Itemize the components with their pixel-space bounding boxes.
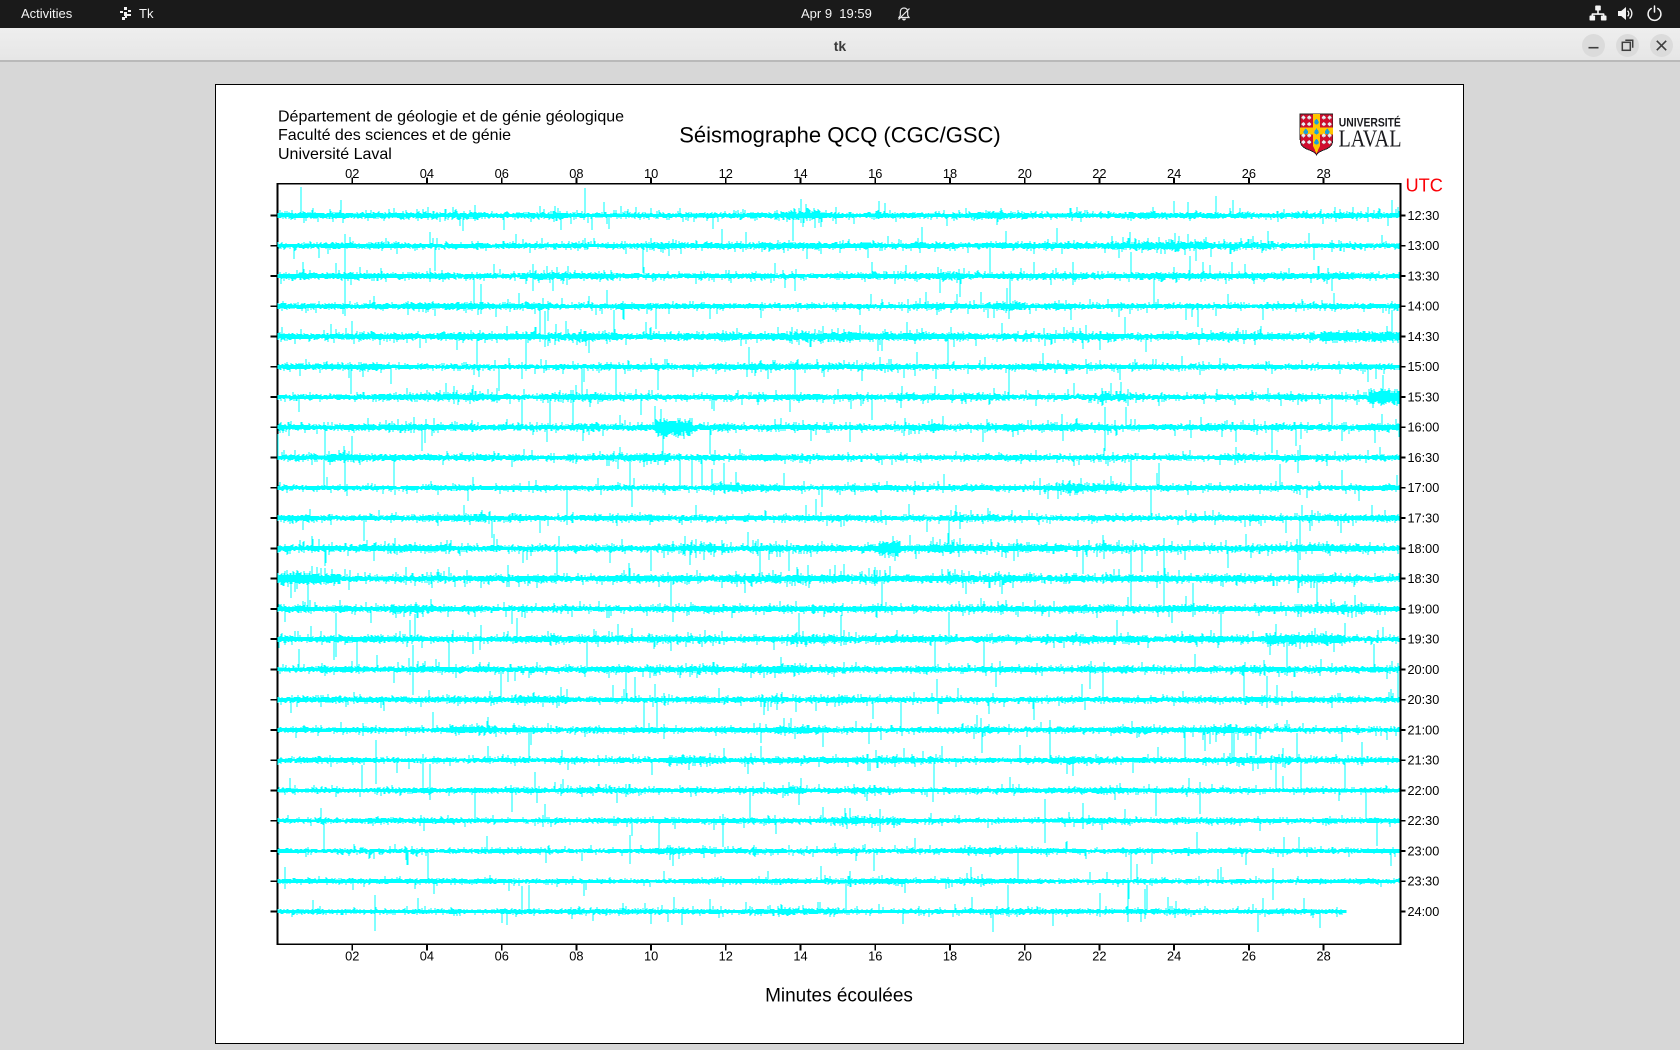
svg-text:24: 24 bbox=[1167, 948, 1181, 963]
svg-text:16: 16 bbox=[868, 948, 882, 963]
svg-text:02: 02 bbox=[345, 948, 359, 963]
svg-text:22:30: 22:30 bbox=[1408, 814, 1440, 828]
svg-text:14:00: 14:00 bbox=[1408, 300, 1440, 314]
svg-text:28: 28 bbox=[1316, 948, 1330, 963]
svg-text:Faculté des sciences et de gén: Faculté des sciences et de génie bbox=[278, 127, 511, 144]
svg-text:16: 16 bbox=[868, 166, 882, 181]
svg-text:18: 18 bbox=[943, 166, 957, 181]
svg-text:10: 10 bbox=[644, 166, 658, 181]
svg-text:Département de géologie et de: Département de géologie et de génie géol… bbox=[278, 108, 624, 125]
svg-text:21:00: 21:00 bbox=[1408, 723, 1440, 737]
svg-text:Université Laval: Université Laval bbox=[278, 146, 392, 163]
svg-text:20:00: 20:00 bbox=[1408, 663, 1440, 677]
svg-text:17:30: 17:30 bbox=[1408, 512, 1440, 526]
svg-text:20: 20 bbox=[1018, 166, 1032, 181]
svg-text:14:30: 14:30 bbox=[1408, 330, 1440, 344]
svg-text:19:00: 19:00 bbox=[1408, 602, 1440, 616]
svg-text:14: 14 bbox=[793, 166, 807, 181]
svg-text:21:30: 21:30 bbox=[1408, 754, 1440, 768]
svg-text:08: 08 bbox=[569, 166, 583, 181]
svg-text:24:00: 24:00 bbox=[1408, 905, 1440, 919]
svg-text:13:30: 13:30 bbox=[1408, 269, 1440, 283]
svg-text:08: 08 bbox=[569, 948, 583, 963]
svg-text:23:00: 23:00 bbox=[1408, 844, 1440, 858]
svg-text:04: 04 bbox=[420, 948, 434, 963]
svg-text:24: 24 bbox=[1167, 166, 1181, 181]
svg-text:16:00: 16:00 bbox=[1408, 421, 1440, 435]
svg-text:18: 18 bbox=[943, 948, 957, 963]
svg-text:Séismographe QCQ (CGC/GSC): Séismographe QCQ (CGC/GSC) bbox=[679, 123, 1001, 148]
svg-text:14: 14 bbox=[793, 948, 807, 963]
svg-text:23:30: 23:30 bbox=[1408, 875, 1440, 889]
svg-text:12: 12 bbox=[719, 948, 733, 963]
svg-text:20: 20 bbox=[1018, 948, 1032, 963]
svg-text:26: 26 bbox=[1242, 166, 1256, 181]
svg-text:04: 04 bbox=[420, 166, 434, 181]
svg-text:LAVAL: LAVAL bbox=[1339, 125, 1402, 152]
svg-text:17:00: 17:00 bbox=[1408, 481, 1440, 495]
svg-text:13:00: 13:00 bbox=[1408, 239, 1440, 253]
svg-text:UTC: UTC bbox=[1406, 176, 1443, 196]
svg-text:12:30: 12:30 bbox=[1408, 209, 1440, 223]
svg-text:20:30: 20:30 bbox=[1408, 693, 1440, 707]
svg-text:06: 06 bbox=[495, 948, 509, 963]
svg-text:15:30: 15:30 bbox=[1408, 391, 1440, 405]
svg-text:18:00: 18:00 bbox=[1408, 542, 1440, 556]
svg-text:18:30: 18:30 bbox=[1408, 572, 1440, 586]
svg-text:02: 02 bbox=[345, 166, 359, 181]
svg-text:22:00: 22:00 bbox=[1408, 784, 1440, 798]
svg-text:15:00: 15:00 bbox=[1408, 360, 1440, 374]
svg-text:22: 22 bbox=[1092, 166, 1106, 181]
svg-text:22: 22 bbox=[1092, 948, 1106, 963]
svg-text:Minutes écoulées: Minutes écoulées bbox=[765, 985, 913, 1006]
svg-text:06: 06 bbox=[495, 166, 509, 181]
svg-text:28: 28 bbox=[1316, 166, 1330, 181]
svg-text:10: 10 bbox=[644, 948, 658, 963]
svg-text:26: 26 bbox=[1242, 948, 1256, 963]
svg-text:16:30: 16:30 bbox=[1408, 451, 1440, 465]
svg-text:19:30: 19:30 bbox=[1408, 633, 1440, 647]
svg-text:12: 12 bbox=[719, 166, 733, 181]
